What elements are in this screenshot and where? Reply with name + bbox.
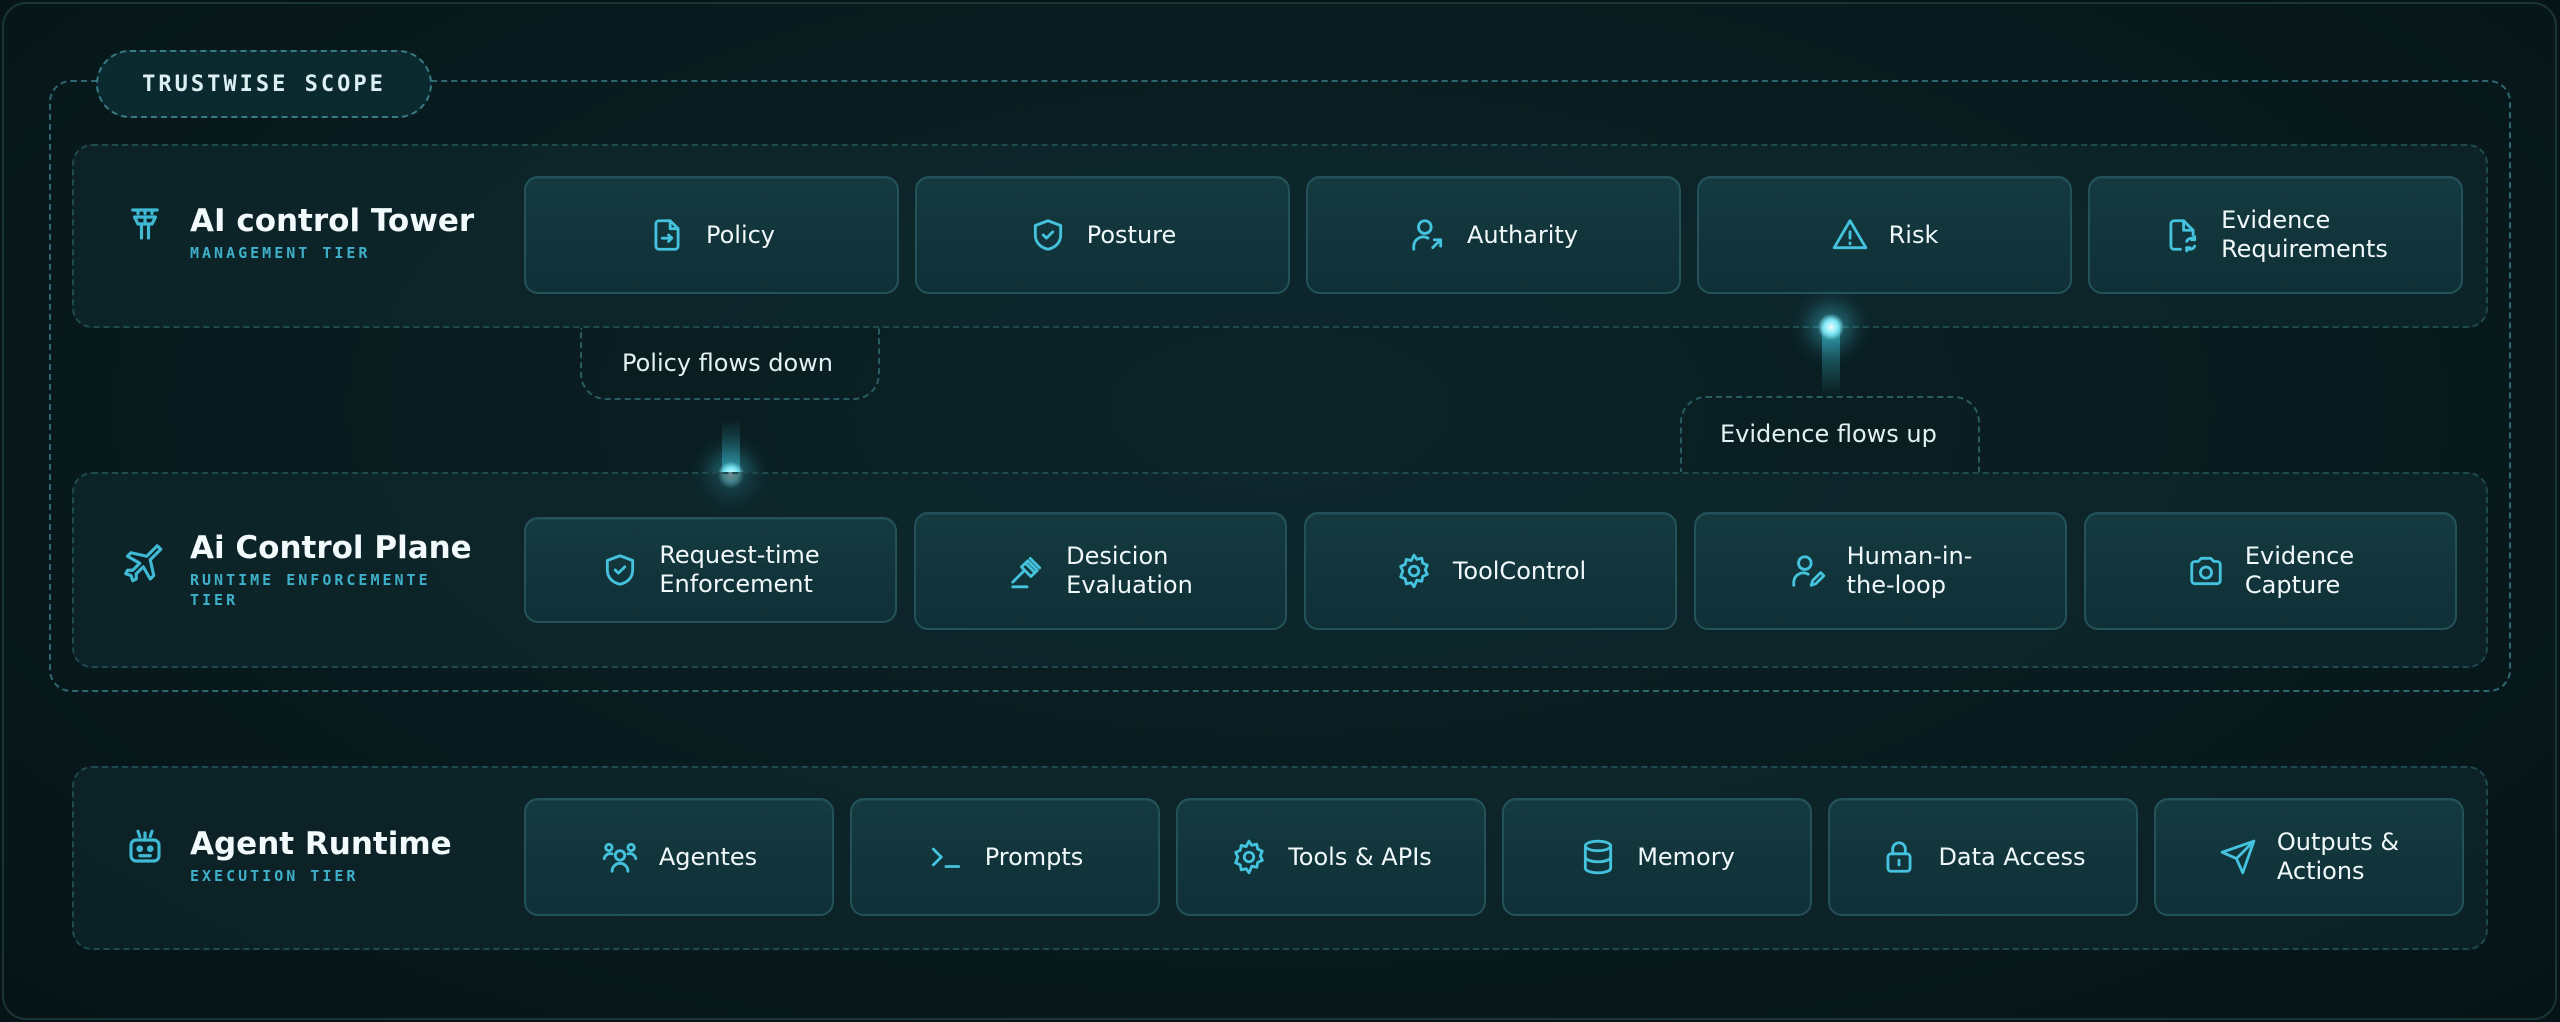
card-label: ToolControl [1452, 556, 1587, 585]
scope-label: TRUSTWISE SCOPE [96, 50, 432, 118]
card-posture[interactable]: Posture [915, 176, 1290, 294]
card-label: Outputs & Actions [2276, 828, 2400, 885]
card-label: Data Access [1938, 842, 2086, 871]
camera-icon [2187, 552, 2225, 590]
tier-header: Agent Runtime EXECUTION TIER [124, 826, 452, 886]
card-human-in-the-loop[interactable]: Human-in- the-loop [1694, 512, 2067, 630]
shield-check-icon [601, 551, 639, 589]
gavel-icon [1008, 552, 1046, 590]
policy-flow-label: Policy flows down [622, 349, 833, 377]
database-icon [1579, 838, 1617, 876]
card-label: Memory [1637, 842, 1735, 871]
file-sync-icon [2163, 216, 2201, 254]
gear-icon [1395, 552, 1433, 590]
file-arrow-icon [648, 216, 686, 254]
control-tower-icon [124, 203, 166, 245]
card-label: Human-in- the-loop [1846, 542, 1973, 599]
card-label: Risk [1888, 220, 1939, 249]
warning-triangle-icon [1831, 216, 1869, 254]
tier-subtitle: RUNTIME ENFORCEMENTE TIER [190, 571, 431, 609]
card-tools-apis[interactable]: Tools & APIs [1176, 798, 1486, 916]
card-label: Posture [1086, 220, 1177, 249]
shield-check-icon [1029, 216, 1067, 254]
send-icon [2219, 838, 2257, 876]
card-label: Tools & APIs [1288, 842, 1432, 871]
card-evidence-requirements[interactable]: Evidence Requirements [2088, 176, 2463, 294]
user-edit-icon [1789, 552, 1827, 590]
card-prompts[interactable]: Prompts [850, 798, 1160, 916]
tier-title: AI control Tower [190, 203, 475, 239]
card-toolcontrol[interactable]: ToolControl [1304, 512, 1677, 630]
card-outputs-actions[interactable]: Outputs & Actions [2154, 798, 2464, 916]
evidence-flow-dot [1818, 314, 1844, 340]
tier-header: Ai Control Plane RUNTIME ENFORCEMENTE TI… [124, 530, 472, 610]
card-request-time-enforcement[interactable]: Request-time Enforcement [524, 517, 897, 623]
tier-title: Ai Control Plane [190, 530, 472, 566]
gear-icon [1230, 838, 1268, 876]
tier-header: AI control Tower MANAGEMENT TIER [124, 203, 474, 263]
card-label: Agentes [658, 842, 758, 871]
users-group-icon [601, 838, 639, 876]
tier-title: Agent Runtime [190, 826, 452, 862]
card-agentes[interactable]: Agentes [524, 798, 834, 916]
card-memory[interactable]: Memory [1502, 798, 1812, 916]
card-label: Policy [705, 220, 776, 249]
airplane-icon [124, 544, 166, 586]
card-autharity[interactable]: Autharity [1306, 176, 1681, 294]
user-arrow-icon [1409, 216, 1447, 254]
evidence-flow-label: Evidence flows up [1720, 420, 1937, 448]
card-label: Desicion Evaluation [1066, 542, 1193, 599]
card-label: Prompts [984, 842, 1084, 871]
card-desicion-evaluation[interactable]: Desicion Evaluation [914, 512, 1287, 630]
card-label: Autharity [1466, 220, 1579, 249]
card-evidence-capture[interactable]: Evidence Capture [2084, 512, 2457, 630]
tier-subtitle: MANAGEMENT TIER [190, 244, 371, 262]
card-data-access[interactable]: Data Access [1828, 798, 2138, 916]
lock-icon [1880, 838, 1918, 876]
card-policy[interactable]: Policy [524, 176, 899, 294]
card-label: Evidence Capture [2244, 542, 2355, 599]
card-label: Request-time Enforcement [659, 541, 820, 598]
card-label: Evidence Requirements [2221, 206, 2388, 263]
tier-subtitle: EXECUTION TIER [190, 867, 359, 885]
terminal-icon [927, 838, 965, 876]
robot-icon [124, 826, 166, 868]
card-risk[interactable]: Risk [1697, 176, 2072, 294]
